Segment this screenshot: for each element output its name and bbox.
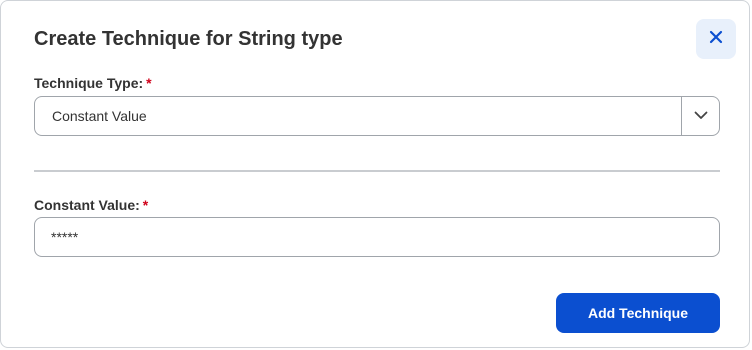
create-technique-dialog: Create Technique for String type Techniq… — [0, 0, 750, 348]
close-icon — [709, 30, 723, 49]
technique-type-select[interactable]: Constant Value — [34, 96, 720, 136]
add-technique-button[interactable]: Add Technique — [556, 293, 720, 333]
technique-type-selected-value: Constant Value — [52, 108, 147, 124]
technique-type-label: Technique Type: * — [34, 75, 152, 91]
constant-value-label-text: Constant Value: — [34, 197, 140, 213]
required-marker: * — [146, 75, 152, 91]
section-divider — [34, 170, 720, 172]
constant-value-input[interactable] — [34, 217, 720, 257]
chevron-down-icon — [694, 107, 708, 125]
technique-type-dropdown-toggle[interactable] — [681, 97, 719, 135]
technique-type-label-text: Technique Type: — [34, 75, 144, 91]
dialog-title: Create Technique for String type — [34, 28, 343, 50]
required-marker: * — [142, 197, 149, 213]
constant-value-label: Constant Value: * — [34, 197, 148, 213]
close-button[interactable] — [696, 19, 736, 59]
